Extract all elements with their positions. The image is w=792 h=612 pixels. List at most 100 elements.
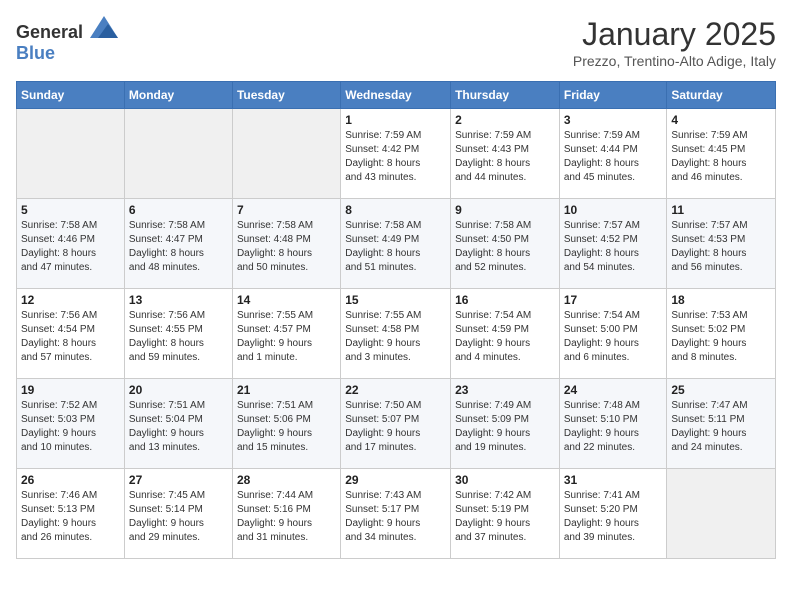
- calendar-cell: 29 Sunrise: 7:43 AM Sunset: 5:17 PM Dayli…: [341, 469, 451, 559]
- day-number: 27: [129, 473, 228, 487]
- calendar-cell: 19 Sunrise: 7:52 AM Sunset: 5:03 PM Dayli…: [17, 379, 125, 469]
- day-number: 9: [455, 203, 555, 217]
- title-section: January 2025 Prezzo, Trentino-Alto Adige…: [573, 16, 776, 69]
- day-info: Sunrise: 7:42 AM Sunset: 5:19 PM Dayligh…: [455, 489, 555, 545]
- logo-blue: Blue: [16, 43, 55, 63]
- day-info: Sunrise: 7:54 AM Sunset: 4:59 PM Dayligh…: [455, 309, 555, 365]
- calendar-cell: 18 Sunrise: 7:53 AM Sunset: 5:02 PM Dayli…: [667, 289, 776, 379]
- day-info: Sunrise: 7:56 AM Sunset: 4:54 PM Dayligh…: [21, 309, 120, 365]
- logo-icon: [90, 16, 118, 38]
- calendar-cell: 12 Sunrise: 7:56 AM Sunset: 4:54 PM Dayli…: [17, 289, 125, 379]
- day-number: 29: [345, 473, 446, 487]
- day-number: 28: [237, 473, 336, 487]
- day-info: Sunrise: 7:48 AM Sunset: 5:10 PM Dayligh…: [564, 399, 663, 455]
- day-number: 31: [564, 473, 663, 487]
- calendar-cell: 13Sunrise: 7:56 AM Sunset: 4:55 PM Dayli…: [124, 289, 232, 379]
- day-info: Sunrise: 7:58 AM Sunset: 4:46 PM Dayligh…: [21, 219, 120, 275]
- calendar-week-row: 1Sunrise: 7:59 AM Sunset: 4:42 PM Daylig…: [17, 109, 776, 199]
- calendar-week-row: 26 Sunrise: 7:46 AM Sunset: 5:13 PM Dayli…: [17, 469, 776, 559]
- logo: General Blue: [16, 16, 118, 64]
- calendar-week-row: 12 Sunrise: 7:56 AM Sunset: 4:54 PM Dayli…: [17, 289, 776, 379]
- day-number: 5: [21, 203, 120, 217]
- calendar-cell: 1Sunrise: 7:59 AM Sunset: 4:42 PM Daylig…: [341, 109, 451, 199]
- day-info: Sunrise: 7:59 AM Sunset: 4:45 PM Dayligh…: [671, 129, 771, 185]
- weekday-header-thursday: Thursday: [451, 82, 560, 109]
- day-info: Sunrise: 7:59 AM Sunset: 4:42 PM Dayligh…: [345, 129, 446, 185]
- calendar-cell: 28 Sunrise: 7:44 AM Sunset: 5:16 PM Dayli…: [232, 469, 340, 559]
- day-number: 26: [21, 473, 120, 487]
- day-info: Sunrise: 7:53 AM Sunset: 5:02 PM Dayligh…: [671, 309, 771, 365]
- day-info: Sunrise: 7:43 AM Sunset: 5:17 PM Dayligh…: [345, 489, 446, 545]
- calendar-week-row: 19 Sunrise: 7:52 AM Sunset: 5:03 PM Dayli…: [17, 379, 776, 469]
- day-info: Sunrise: 7:57 AM Sunset: 4:53 PM Dayligh…: [671, 219, 771, 275]
- day-number: 2: [455, 113, 555, 127]
- calendar-cell: 15Sunrise: 7:55 AM Sunset: 4:58 PM Dayli…: [341, 289, 451, 379]
- logo-text: General Blue: [16, 16, 118, 64]
- weekday-header-sunday: Sunday: [17, 82, 125, 109]
- day-info: Sunrise: 7:55 AM Sunset: 4:58 PM Dayligh…: [345, 309, 446, 365]
- calendar-cell: [232, 109, 340, 199]
- day-info: Sunrise: 7:59 AM Sunset: 4:44 PM Dayligh…: [564, 129, 663, 185]
- calendar-cell: [124, 109, 232, 199]
- calendar-cell: 4 Sunrise: 7:59 AM Sunset: 4:45 PM Daylig…: [667, 109, 776, 199]
- calendar-cell: 24 Sunrise: 7:48 AM Sunset: 5:10 PM Dayli…: [559, 379, 667, 469]
- day-number: 20: [129, 383, 228, 397]
- day-number: 21: [237, 383, 336, 397]
- page-header: General Blue January 2025 Prezzo, Trenti…: [16, 16, 776, 69]
- calendar-cell: [17, 109, 125, 199]
- day-number: 3: [564, 113, 663, 127]
- day-number: 25: [671, 383, 771, 397]
- calendar-cell: 16 Sunrise: 7:54 AM Sunset: 4:59 PM Dayli…: [451, 289, 560, 379]
- day-number: 22: [345, 383, 446, 397]
- calendar-week-row: 5 Sunrise: 7:58 AM Sunset: 4:46 PM Daylig…: [17, 199, 776, 289]
- day-info: Sunrise: 7:47 AM Sunset: 5:11 PM Dayligh…: [671, 399, 771, 455]
- weekday-header-saturday: Saturday: [667, 82, 776, 109]
- calendar-cell: 17Sunrise: 7:54 AM Sunset: 5:00 PM Dayli…: [559, 289, 667, 379]
- day-number: 16: [455, 293, 555, 307]
- day-info: Sunrise: 7:56 AM Sunset: 4:55 PM Dayligh…: [129, 309, 228, 365]
- calendar-cell: [667, 469, 776, 559]
- calendar-cell: 31 Sunrise: 7:41 AM Sunset: 5:20 PM Dayli…: [559, 469, 667, 559]
- day-number: 24: [564, 383, 663, 397]
- day-info: Sunrise: 7:57 AM Sunset: 4:52 PM Dayligh…: [564, 219, 663, 275]
- day-info: Sunrise: 7:59 AM Sunset: 4:43 PM Dayligh…: [455, 129, 555, 185]
- location-subtitle: Prezzo, Trentino-Alto Adige, Italy: [573, 53, 776, 69]
- day-number: 23: [455, 383, 555, 397]
- logo-general: General: [16, 22, 83, 42]
- day-number: 10: [564, 203, 663, 217]
- day-number: 4: [671, 113, 771, 127]
- day-info: Sunrise: 7:50 AM Sunset: 5:07 PM Dayligh…: [345, 399, 446, 455]
- day-number: 18: [671, 293, 771, 307]
- weekday-header-wednesday: Wednesday: [341, 82, 451, 109]
- day-info: Sunrise: 7:58 AM Sunset: 4:49 PM Dayligh…: [345, 219, 446, 275]
- calendar-cell: 5 Sunrise: 7:58 AM Sunset: 4:46 PM Daylig…: [17, 199, 125, 289]
- day-info: Sunrise: 7:46 AM Sunset: 5:13 PM Dayligh…: [21, 489, 120, 545]
- day-number: 19: [21, 383, 120, 397]
- day-info: Sunrise: 7:52 AM Sunset: 5:03 PM Dayligh…: [21, 399, 120, 455]
- day-number: 6: [129, 203, 228, 217]
- day-info: Sunrise: 7:41 AM Sunset: 5:20 PM Dayligh…: [564, 489, 663, 545]
- day-info: Sunrise: 7:44 AM Sunset: 5:16 PM Dayligh…: [237, 489, 336, 545]
- month-title: January 2025: [573, 16, 776, 53]
- calendar-cell: 27Sunrise: 7:45 AM Sunset: 5:14 PM Dayli…: [124, 469, 232, 559]
- calendar-cell: 25 Sunrise: 7:47 AM Sunset: 5:11 PM Dayli…: [667, 379, 776, 469]
- calendar-cell: 7Sunrise: 7:58 AM Sunset: 4:48 PM Daylig…: [232, 199, 340, 289]
- calendar-cell: 30Sunrise: 7:42 AM Sunset: 5:19 PM Dayli…: [451, 469, 560, 559]
- calendar-cell: 2 Sunrise: 7:59 AM Sunset: 4:43 PM Daylig…: [451, 109, 560, 199]
- calendar-cell: 3 Sunrise: 7:59 AM Sunset: 4:44 PM Daylig…: [559, 109, 667, 199]
- calendar-cell: 20Sunrise: 7:51 AM Sunset: 5:04 PM Dayli…: [124, 379, 232, 469]
- day-info: Sunrise: 7:49 AM Sunset: 5:09 PM Dayligh…: [455, 399, 555, 455]
- calendar-cell: 22 Sunrise: 7:50 AM Sunset: 5:07 PM Dayli…: [341, 379, 451, 469]
- day-number: 12: [21, 293, 120, 307]
- day-number: 14: [237, 293, 336, 307]
- day-info: Sunrise: 7:55 AM Sunset: 4:57 PM Dayligh…: [237, 309, 336, 365]
- calendar-cell: 21Sunrise: 7:51 AM Sunset: 5:06 PM Dayli…: [232, 379, 340, 469]
- day-info: Sunrise: 7:58 AM Sunset: 4:48 PM Dayligh…: [237, 219, 336, 275]
- day-info: Sunrise: 7:54 AM Sunset: 5:00 PM Dayligh…: [564, 309, 663, 365]
- day-info: Sunrise: 7:58 AM Sunset: 4:47 PM Dayligh…: [129, 219, 228, 275]
- calendar-cell: 11 Sunrise: 7:57 AM Sunset: 4:53 PM Dayli…: [667, 199, 776, 289]
- calendar-table: SundayMondayTuesdayWednesdayThursdayFrid…: [16, 81, 776, 559]
- calendar-cell: 26 Sunrise: 7:46 AM Sunset: 5:13 PM Dayli…: [17, 469, 125, 559]
- calendar-cell: 8Sunrise: 7:58 AM Sunset: 4:49 PM Daylig…: [341, 199, 451, 289]
- day-number: 11: [671, 203, 771, 217]
